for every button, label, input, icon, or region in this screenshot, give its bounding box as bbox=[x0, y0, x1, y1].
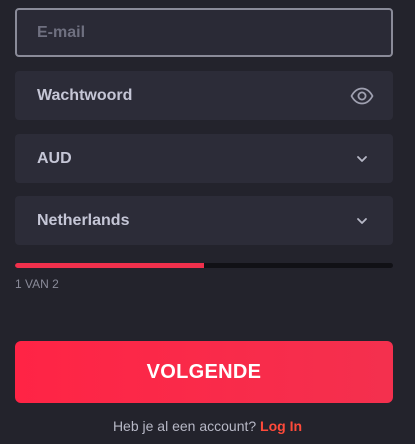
email-input[interactable] bbox=[37, 23, 371, 42]
login-prompt: Heb je al een account? Log In bbox=[0, 418, 415, 434]
step-progress-bar bbox=[15, 263, 393, 268]
country-select[interactable]: Netherlands bbox=[15, 196, 393, 245]
step-indicator: 1 VAN 2 bbox=[15, 277, 59, 291]
currency-select[interactable]: AUD bbox=[15, 134, 393, 183]
login-question: Heb je al een account? bbox=[112, 418, 261, 434]
password-field[interactable]: Wachtwoord bbox=[15, 71, 393, 120]
chevron-down-icon bbox=[349, 146, 375, 172]
login-link[interactable]: Log In bbox=[260, 418, 302, 434]
country-value: Netherlands bbox=[37, 211, 130, 229]
email-field-container bbox=[15, 8, 393, 57]
password-label: Wachtwoord bbox=[37, 86, 133, 104]
chevron-down-icon bbox=[349, 208, 375, 234]
currency-value: AUD bbox=[37, 149, 72, 167]
next-button[interactable]: VOLGENDE bbox=[15, 341, 393, 403]
step-progress-fill bbox=[15, 263, 204, 268]
signup-form: Wachtwoord AUD Netherlands 1 VAN 2 VOLGE… bbox=[0, 0, 415, 444]
eye-icon[interactable] bbox=[349, 83, 375, 109]
